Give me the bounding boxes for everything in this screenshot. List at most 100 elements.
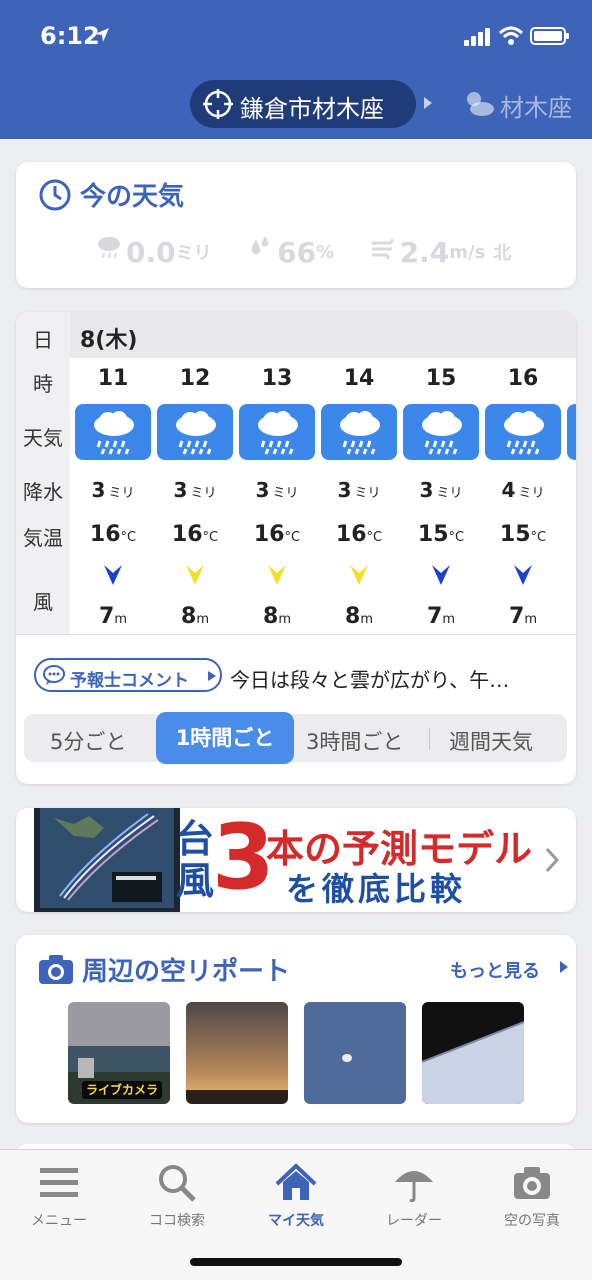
tab-3hour[interactable]: 3時間ごと [306,726,403,756]
humidity-value: 66 [277,235,317,269]
rain-icon [403,404,479,460]
wind-direction-arrow-icon [268,565,286,585]
wifi-icon [499,26,523,45]
location-arrow-icon [95,28,109,42]
play-icon [208,671,216,681]
current-weather-card: 今の天気 0.0ミリ 66% 2.4m/s 北 [16,162,576,288]
forecast-column: 11 3 ミリ 16°C 7m [72,358,154,634]
label-wind: 風 [33,590,53,614]
tab-separator [429,728,430,750]
search-icon [159,1165,196,1202]
label-precip: 降水 [23,480,63,504]
typhoon-track-photo [34,808,180,912]
wind-unit: m/s [449,241,486,263]
current-weather-values: 0.0ミリ 66% 2.4m/s 北 [96,234,511,269]
rain-icon [567,404,576,460]
status-time: 6:12 [40,22,100,50]
typhoon-model-banner[interactable]: 台 風 3 本の予測モデル を徹底比較 [16,808,576,912]
tab-1hour[interactable]: 1時間ごと [156,712,294,764]
crosshair-icon [203,89,233,119]
partly-cloudy-icon [467,92,494,116]
wind-direction-arrow-icon [104,565,122,585]
forecast-temp: 16°C [335,522,383,547]
next-location-icon[interactable] [423,96,433,110]
rain-icon [75,404,151,460]
rain-icon [485,404,561,460]
current-location-pill[interactable]: 鎌倉市材木座 [190,80,416,128]
forecast-precip: 3 ミリ [91,478,135,502]
tab-sky-photos[interactable]: 空の写真 [473,1162,591,1232]
forecast-wind: 7m [99,604,127,629]
forecast-hour: 12 [179,366,211,391]
banner-subline: を徹底比較 [286,870,467,908]
forecast-hour: 13 [261,366,293,391]
tab-weekly[interactable]: 週間天気 [449,726,533,756]
forecast-precip: 3 ミリ [337,478,381,502]
humidity-icon [251,236,269,255]
forecast-precip: 3 ミリ [419,478,463,502]
camera-icon [514,1167,550,1199]
clock-icon [39,179,71,211]
forecast-column: 16 4 ミリ 15°C 7m [482,358,564,634]
sky-photo-thumbnail[interactable] [186,1002,288,1104]
forecaster-comment-text[interactable]: 今日は段々と雲が広がり、午… [230,664,509,693]
signal-icon [464,28,490,46]
home-icon [275,1163,317,1200]
home-indicator [190,1258,402,1266]
tab-5min[interactable]: 5分ごと [50,726,126,756]
label-hour: 時 [33,372,53,396]
sunset-photo [186,1002,288,1104]
label-weather: 天気 [23,426,63,450]
moon-photo [304,1002,406,1104]
forecast-column-peek [564,358,576,634]
forecast-wind: 7m [427,604,455,629]
forecast-wind: 7m [509,604,537,629]
sky-photo-thumbnail[interactable] [304,1002,406,1104]
forecast-date: 8(木) [80,328,138,353]
wind-value: 2.4 [399,235,450,269]
forecast-wind: 8m [345,604,373,629]
forecast-interval-tabs: 5分ごと 1時間ごと 3時間ごと 週間天気 [24,712,567,764]
tab-radar[interactable]: レーダー [355,1162,473,1232]
forecast-temp: 15°C [499,522,547,547]
rain-icon [239,404,315,460]
sky-photo-thumbnail[interactable]: ライブカメラ [68,1002,170,1104]
forecast-hour: 14 [343,366,375,391]
hourly-forecast-card: 日 時 天気 降水 気温 風 8(木) 11 3 ミリ 16°C 7m 12 3 ミリ 16°C… [16,312,576,784]
forecast-hour: 15 [425,366,457,391]
tab-search[interactable]: ココ検索 [118,1162,236,1232]
current-location-name: 鎌倉市材木座 [240,95,384,123]
other-location-name: 材木座 [500,94,572,122]
app-header: 6:12 鎌倉市材木座 材木座 [0,0,592,139]
battery-icon [530,27,569,45]
forecaster-comment-button[interactable]: 予報士コメント [34,658,222,692]
forecast-temp: 16°C [253,522,301,547]
status-bar: 6:12 [0,20,592,56]
forecast-precip: 3 ミリ [173,478,217,502]
see-more-link[interactable]: もっと見る [450,957,568,983]
forecast-date-bar: 8(木) [70,312,576,358]
forecast-wind: 8m [263,604,291,629]
precip-value: 0.0 [126,235,176,269]
sky-photo-thumbnail[interactable] [422,1002,524,1104]
humidity-unit: % [316,241,335,263]
wind-direction-arrow-icon [186,565,204,585]
forecast-column: 15 3 ミリ 15°C 7m [400,358,482,634]
wind-direction-arrow-icon [514,565,532,585]
label-temp: 気温 [23,526,63,550]
rain-icon [321,404,397,460]
forecast-column: 12 3 ミリ 16°C 8m [154,358,236,634]
tab-menu[interactable]: メニュー [0,1162,118,1232]
building-photo [422,1002,524,1104]
tab-my-weather[interactable]: マイ天気 [237,1162,355,1232]
divider [16,634,576,635]
play-icon [560,961,568,973]
rain-cloud-icon [98,237,120,259]
forecast-temp: 16°C [171,522,219,547]
banner-char-typhoon-1: 台 [176,817,215,861]
forecast-column: 14 3 ミリ 16°C 8m [318,358,400,634]
precip-unit: ミリ [175,243,212,264]
speech-bubble-icon [43,665,65,685]
forecast-precip: 3 ミリ [255,478,299,502]
forecast-row-labels: 日 時 天気 降水 気温 風 [16,312,70,634]
